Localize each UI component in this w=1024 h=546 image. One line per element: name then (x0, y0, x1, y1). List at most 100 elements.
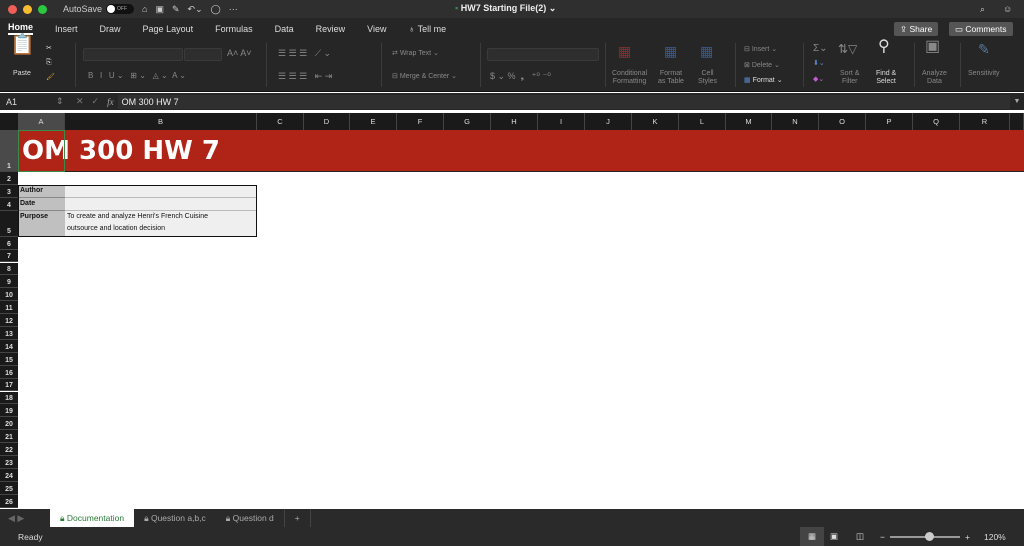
row-header-7[interactable]: 7 (0, 249, 18, 263)
row-header-9[interactable]: 9 (0, 275, 18, 289)
format-as-table-icon[interactable]: ▦ (664, 44, 677, 58)
zoom-out-button[interactable]: − (880, 532, 885, 542)
minimize-window-button[interactable] (23, 4, 32, 14)
vertical-align-icons[interactable]: ☰ ☰ ☰ ⟋ ⌄ (278, 49, 331, 58)
number-format-icons[interactable]: $ ⌄ % ❟ ⁺⁰ ⁻⁰ (490, 72, 551, 81)
expand-formula-icon[interactable]: ▼ (1010, 98, 1024, 105)
row-header-13[interactable]: 13 (0, 327, 18, 340)
find-select-button[interactable]: Find & Select (876, 70, 896, 86)
delete-cells-button[interactable]: ⊠ Delete ⌄ (744, 62, 780, 70)
column-header-E[interactable]: E (350, 113, 397, 130)
format-as-table-button[interactable]: Format as Table (658, 70, 684, 86)
search-icon[interactable]: ⌕ (980, 4, 985, 15)
zoom-slider-thumb[interactable] (925, 532, 934, 541)
zoom-in-button[interactable]: + (965, 532, 970, 542)
formula-input[interactable]: OM 300 HW 7 (117, 94, 1010, 109)
redo-icon[interactable]: ◯ (211, 4, 221, 15)
sort-filter-button[interactable]: Sort & Filter (840, 70, 859, 86)
format-cells-button[interactable]: ▦ Format ⌄ (744, 77, 783, 85)
cancel-icon[interactable]: ✕ (76, 96, 84, 107)
merge-center-button[interactable]: ⊟ Merge & Center ⌄ (392, 73, 457, 81)
column-header-I[interactable]: I (538, 113, 585, 130)
row-header-6[interactable]: 6 (0, 236, 18, 250)
horizontal-align-icons[interactable]: ☰ ☰ ☰ ⇤ ⇥ (278, 72, 332, 81)
label-purpose[interactable]: Purpose (18, 210, 65, 237)
column-header-Q[interactable]: Q (913, 113, 960, 130)
row-header-12[interactable]: 12 (0, 314, 18, 327)
row-header-26[interactable]: 26 (0, 494, 18, 508)
row-header-25[interactable]: 25 (0, 481, 18, 495)
sensitivity-icon[interactable]: ✎ (978, 42, 990, 56)
column-header-N[interactable]: N (772, 113, 819, 130)
row-header-23[interactable]: 23 (0, 456, 18, 469)
column-header-A[interactable]: A (18, 113, 65, 130)
column-header-B[interactable]: B (65, 113, 257, 130)
cell-styles-icon[interactable]: ▦ (700, 44, 713, 58)
column-header-G[interactable]: G (444, 113, 491, 130)
column-header-H[interactable]: H (491, 113, 538, 130)
tab-view[interactable]: View (367, 24, 386, 34)
tell-me-search[interactable]: ♁ Tell me (409, 24, 447, 34)
row-header-16[interactable]: 16 (0, 365, 18, 379)
font-name-select[interactable] (83, 48, 183, 61)
paste-button[interactable]: Paste (13, 70, 31, 78)
row-header-5[interactable]: 5 (0, 210, 18, 237)
row-header-24[interactable]: 24 (0, 468, 18, 482)
row-header-1[interactable]: 1 (0, 130, 18, 172)
row-header-21[interactable]: 21 (0, 430, 18, 444)
tab-data[interactable]: Data (275, 24, 294, 34)
purpose-value[interactable]: To create and analyze Henri's French Cui… (65, 210, 257, 237)
conditional-formatting-icon[interactable]: ▦ (618, 44, 631, 58)
tab-draw[interactable]: Draw (100, 24, 121, 34)
label-date[interactable]: Date (18, 197, 65, 211)
row-header-20[interactable]: 20 (0, 417, 18, 431)
row-header-17[interactable]: 17 (0, 378, 18, 392)
label-author[interactable]: Author (18, 184, 65, 198)
column-header-D[interactable]: D (304, 113, 350, 130)
tab-page-layout[interactable]: Page Layout (143, 24, 194, 34)
author-value[interactable] (65, 184, 257, 198)
save-icon[interactable]: ▣ (155, 4, 164, 15)
name-box[interactable]: A1 (6, 97, 56, 107)
row-header-3[interactable]: 3 (0, 184, 18, 198)
analyze-data-icon[interactable]: ▣ (925, 39, 940, 55)
normal-view-icon[interactable]: ▦ (800, 527, 824, 546)
row-header-18[interactable]: 18 (0, 391, 18, 405)
tab-review[interactable]: Review (316, 24, 346, 34)
share-button[interactable]: ⇪ Share (894, 22, 939, 36)
add-sheet-button[interactable]: + (283, 509, 311, 527)
cell-styles-button[interactable]: Cell Styles (698, 70, 717, 86)
page-layout-view-icon[interactable]: ▣ (830, 527, 838, 546)
edit-icon[interactable]: ✎ (172, 4, 180, 15)
find-icon[interactable]: ⚲ (878, 39, 890, 55)
autosave-toggle[interactable]: OFF (106, 4, 135, 14)
column-header-J[interactable]: J (585, 113, 632, 130)
sheet-tab-1[interactable]: 🔒︎ Documentation (50, 509, 135, 527)
column-header-C[interactable]: C (257, 113, 304, 130)
row-header-4[interactable]: 4 (0, 197, 18, 211)
tab-insert[interactable]: Insert (55, 24, 78, 34)
cell-A1-title[interactable]: OM 300 HW 7 (18, 130, 718, 172)
paste-icon[interactable]: 📋 (10, 35, 35, 55)
sort-filter-icon[interactable]: ⇅▽ (838, 43, 857, 55)
function-icon[interactable]: fx (107, 97, 114, 107)
column-header-M[interactable]: M (726, 113, 772, 130)
column-header-P[interactable]: P (866, 113, 913, 130)
column-header-K[interactable]: K (632, 113, 679, 130)
page-break-view-icon[interactable]: ◫ (856, 527, 864, 546)
bold-italic-underline-buttons[interactable]: B I U ⌄ ⊞ ⌄ ◬ ⌄ A ⌄ (88, 72, 186, 80)
row-header-8[interactable]: 8 (0, 262, 18, 276)
number-format-select[interactable] (487, 48, 599, 61)
conditional-formatting-button[interactable]: Conditional Formatting (612, 70, 647, 86)
analyze-data-button[interactable]: Analyze Data (922, 70, 947, 86)
sheet-tab-2[interactable]: 🔒︎ Question a,b,c (134, 509, 216, 527)
row-header-2[interactable]: 2 (0, 172, 18, 185)
format-painter-icon[interactable]: 🖌 (46, 74, 55, 82)
clear-icon[interactable]: ◆⌄ (813, 76, 824, 84)
maximize-window-button[interactable] (38, 4, 47, 14)
comments-button[interactable]: ▭ Comments (949, 22, 1013, 36)
row-header-10[interactable]: 10 (0, 288, 18, 302)
column-header-O[interactable]: O (819, 113, 866, 130)
row-header-22[interactable]: 22 (0, 443, 18, 456)
cut-icon[interactable]: ✂ (46, 45, 52, 53)
